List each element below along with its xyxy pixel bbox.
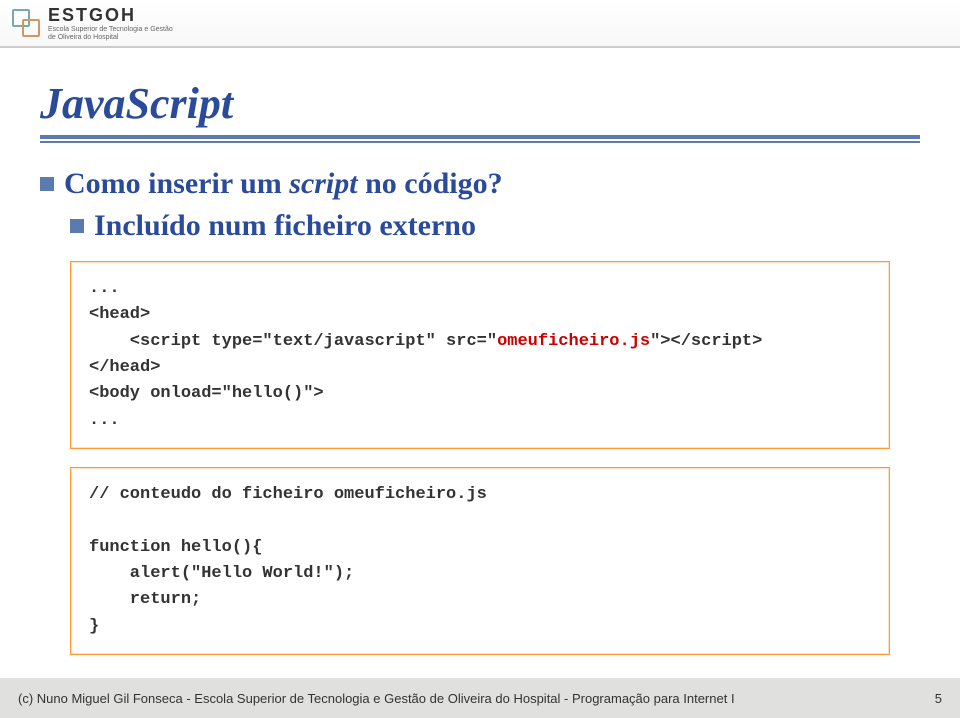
square-bullet-icon [40, 177, 54, 191]
bullet-2-text: Incluído num ficheiro externo [94, 209, 476, 243]
slide-footer: (c) Nuno Miguel Gil Fonseca - Escola Sup… [0, 678, 960, 718]
square-bullet-icon [70, 219, 84, 233]
title-underline [40, 135, 920, 143]
logo-icon [10, 7, 42, 39]
logo-subtitle-1: Escola Superior de Tecnologia e Gestão [48, 26, 173, 34]
bullet-level-2: Incluído num ficheiro externo [40, 209, 920, 243]
bullet-1-italic: script [289, 167, 357, 200]
slide-body: JavaScript Como inserir um script no cód… [0, 48, 960, 678]
footer-text: (c) Nuno Miguel Gil Fonseca - Escola Sup… [18, 691, 735, 706]
bullet-1-suffix: no código? [358, 167, 503, 200]
bullet-level-1: Como inserir um script no código? [40, 167, 920, 201]
bullet-1-prefix: Como inserir um [64, 167, 289, 200]
page-number: 5 [935, 691, 942, 706]
logo: ESTGOH Escola Superior de Tecnologia e G… [10, 5, 173, 41]
logo-subtitle-2: de Oliveira do Hospital [48, 34, 173, 42]
bullet-1-text: Como inserir um script no código? [64, 167, 503, 201]
code-block-2: // conteudo do ficheiro omeuficheiro.js … [70, 467, 890, 655]
logo-text: ESTGOH Escola Superior de Tecnologia e G… [48, 5, 173, 41]
code-block-2-content: // conteudo do ficheiro omeuficheiro.js … [89, 482, 871, 640]
logo-title: ESTGOH [48, 5, 173, 26]
code-block-1-content: ... <head> <script type="text/javascript… [89, 276, 871, 434]
slide-title: JavaScript [40, 78, 920, 129]
code-block-1: ... <head> <script type="text/javascript… [70, 261, 890, 449]
slide-header: ESTGOH Escola Superior de Tecnologia e G… [0, 0, 960, 48]
